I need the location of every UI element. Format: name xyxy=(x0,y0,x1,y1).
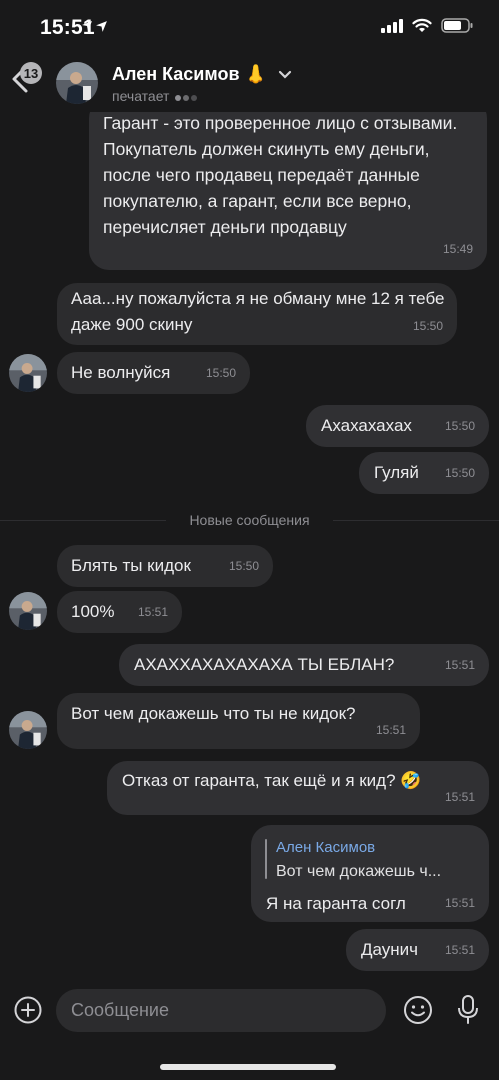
message-time: 15:51 xyxy=(444,896,475,910)
message-time: 15:49 xyxy=(442,242,473,256)
message-bubble-incoming[interactable]: Ааа...ну пожалуйста я не обману мне 12 я… xyxy=(57,283,457,345)
microphone-icon[interactable] xyxy=(456,994,480,1031)
reply-quote-bar xyxy=(265,839,267,879)
message-time: 15:50 xyxy=(444,419,475,433)
message-text: 100% xyxy=(71,602,115,621)
home-indicator xyxy=(160,1064,336,1070)
message-time: 15:50 xyxy=(444,466,475,480)
message-time: 15:51 xyxy=(444,790,475,804)
message-time: 15:50 xyxy=(228,559,259,573)
status-icons xyxy=(82,18,473,33)
message-bubble-incoming[interactable]: 100% 15:51 xyxy=(57,591,182,633)
message-text: Гарант - это проверенное лицо с отзывами… xyxy=(103,113,458,237)
message-text: Я на гаранта согл xyxy=(266,894,406,913)
message-bubble-outgoing[interactable]: Гарант - это проверенное лицо с отзывами… xyxy=(89,98,487,270)
message-input[interactable]: Сообщение xyxy=(56,989,386,1032)
cellular-signal-icon xyxy=(381,18,403,33)
unread-count-badge[interactable]: 13 xyxy=(20,62,42,84)
message-bubble-outgoing[interactable]: Гуляй 15:50 xyxy=(359,452,489,494)
location-arrow-icon xyxy=(96,21,107,32)
message-text: Ааа...ну пожалуйста я не обману мне 12 я… xyxy=(71,289,445,334)
attach-plus-icon[interactable] xyxy=(14,996,42,1024)
message-text: АХАХХАХАХАХАХА ТЫ ЕБЛАН? xyxy=(134,655,395,674)
message-bubble-outgoing[interactable]: Отказ от гаранта, так ещё и я кид? 🤣 15:… xyxy=(107,761,489,815)
contact-avatar[interactable] xyxy=(56,62,98,104)
message-text: Блять ты кидок xyxy=(71,556,191,575)
message-bubble-outgoing[interactable]: Ахахахахах 15:50 xyxy=(306,405,489,447)
typing-dots-icon xyxy=(173,88,198,104)
sender-avatar[interactable] xyxy=(9,592,47,630)
message-time: 15:50 xyxy=(205,366,236,380)
message-bubble-incoming[interactable]: Не волнуйся 15:50 xyxy=(57,352,250,394)
sender-avatar[interactable] xyxy=(9,354,47,392)
message-time: 15:51 xyxy=(444,658,475,672)
chevron-down-icon[interactable] xyxy=(278,70,292,80)
wifi-icon xyxy=(412,18,432,32)
emoji-smile-icon[interactable] xyxy=(403,995,433,1030)
message-time: 15:51 xyxy=(444,943,475,957)
battery-icon xyxy=(441,18,473,33)
message-bubble-incoming[interactable]: Вот чем докажешь что ты не кидок? 15:51 xyxy=(57,693,420,749)
message-text: Ахахахахах xyxy=(321,416,412,435)
message-text: Даунич xyxy=(361,940,419,959)
contact-name[interactable]: Ален Касимов 👃 xyxy=(112,64,292,85)
message-time: 15:51 xyxy=(375,723,406,737)
location-arrow-icon xyxy=(82,21,92,31)
message-bubble-outgoing[interactable]: Даунич 15:51 xyxy=(346,929,489,971)
reply-preview-text: Вот чем докажешь ч... xyxy=(276,863,442,880)
message-time: 15:51 xyxy=(137,605,168,619)
message-text: Не волнуйся xyxy=(71,363,171,382)
typing-status: печатает xyxy=(112,88,198,104)
new-messages-divider: Новые сообщения xyxy=(189,512,310,528)
message-text: Гуляй xyxy=(374,463,419,482)
message-text: Отказ от гаранта, так ещё и я кид? 🤣 xyxy=(122,771,422,790)
reply-author[interactable]: Ален Касимов xyxy=(276,835,375,861)
sender-avatar[interactable] xyxy=(9,711,47,749)
message-bubble-outgoing-reply[interactable]: Ален Касимов Вот чем докажешь ч... Я на … xyxy=(251,825,489,922)
message-bubble-outgoing[interactable]: АХАХХАХАХАХАХА ТЫ ЕБЛАН? 15:51 xyxy=(119,644,489,686)
message-time: 15:50 xyxy=(412,319,443,333)
message-bubble-incoming[interactable]: Блять ты кидок 15:50 xyxy=(57,545,273,587)
message-text: Вот чем докажешь что ты не кидок? xyxy=(71,704,356,723)
